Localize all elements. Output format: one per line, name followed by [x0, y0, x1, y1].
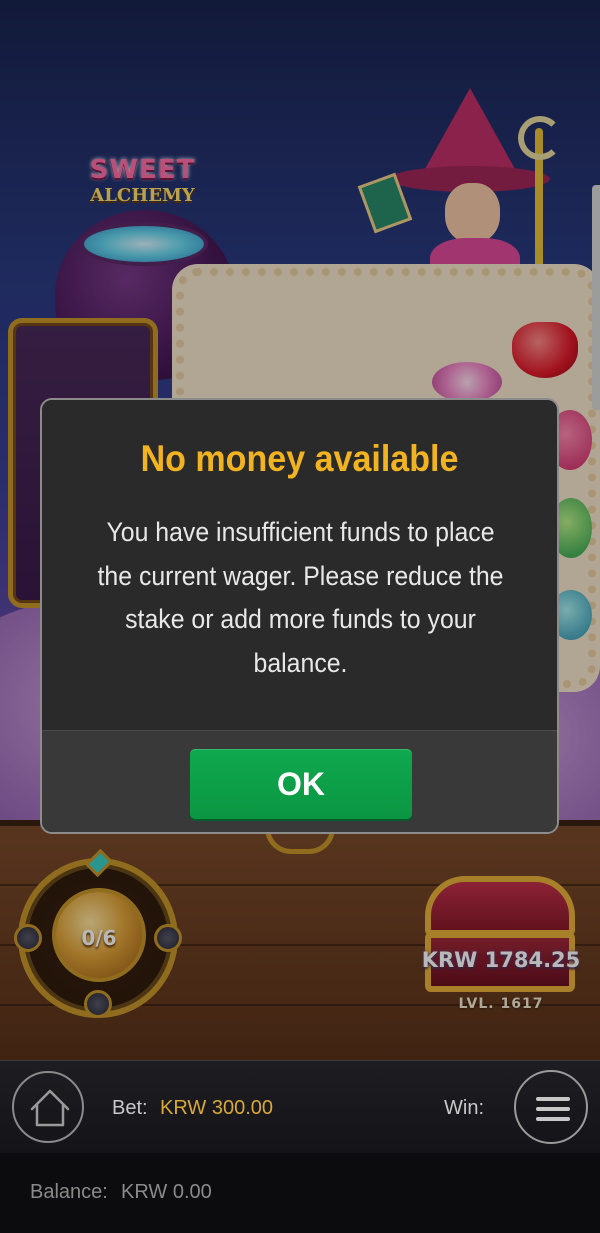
bet-label: Bet: [112, 1097, 148, 1119]
home-button[interactable] [12, 1071, 84, 1143]
ok-button[interactable]: OK [190, 749, 412, 819]
menu-button[interactable] [514, 1070, 588, 1144]
insufficient-funds-dialog: No money available You have insufficient… [40, 398, 559, 834]
bottom-bar: Bet: KRW 300.00 Win: [0, 1060, 600, 1153]
balance-value: KRW 0.00 [121, 1181, 212, 1203]
dialog-message: You have insufficient funds to place the… [97, 517, 504, 678]
bet-value[interactable]: KRW 300.00 [160, 1097, 273, 1120]
balance-label: Balance: [30, 1181, 108, 1203]
win-label: Win: [444, 1097, 484, 1119]
balance-bar: Balance: KRW 0.00 [0, 1153, 600, 1233]
home-icon [30, 1089, 70, 1127]
dialog-body: No money available You have insufficient… [42, 400, 557, 730]
hamburger-menu-icon [536, 1097, 570, 1121]
dialog-title: No money available [140, 438, 459, 479]
dialog-footer: OK [42, 730, 557, 832]
